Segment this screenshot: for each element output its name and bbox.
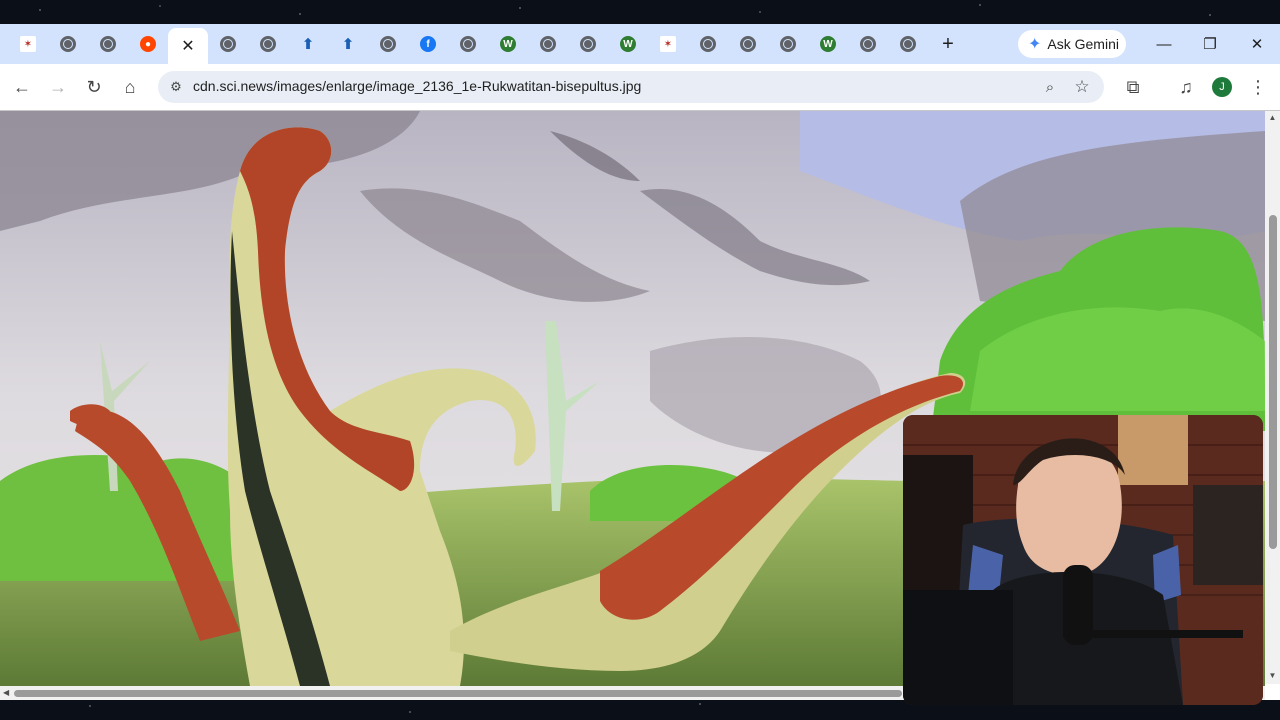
sun-logo-icon: ✶: [660, 36, 676, 52]
bookmark-star-icon[interactable]: ☆: [1070, 75, 1094, 99]
wiki-icon: W: [620, 36, 636, 52]
reload-button[interactable]: ↻: [80, 73, 108, 101]
tab-search-icon: ⧉: [1126, 76, 1140, 97]
tab[interactable]: [848, 28, 888, 60]
tab[interactable]: [208, 28, 248, 60]
wiki-icon: W: [500, 36, 516, 52]
globe-icon: [540, 36, 556, 52]
globe-icon: [580, 36, 596, 52]
globe-icon: [260, 36, 276, 52]
more-vert-icon: ⋮: [1249, 76, 1267, 97]
tab[interactable]: [48, 28, 88, 60]
new-tab-button[interactable]: +: [934, 30, 962, 58]
tab[interactable]: [568, 28, 608, 60]
tab[interactable]: [728, 28, 768, 60]
tab[interactable]: [448, 28, 488, 60]
globe-icon: [780, 36, 796, 52]
tab[interactable]: [88, 28, 128, 60]
search-tabs-button[interactable]: ⧉: [1119, 73, 1147, 101]
tab[interactable]: ✶: [648, 28, 688, 60]
streamer-webcam-feed: [903, 415, 1263, 705]
tab[interactable]: [368, 28, 408, 60]
media-queue-icon: ♫: [1179, 76, 1193, 97]
profile-avatar[interactable]: J: [1212, 77, 1232, 97]
tab[interactable]: W: [608, 28, 648, 60]
scroll-down-icon[interactable]: ▼: [1268, 671, 1277, 680]
ask-gemini-button[interactable]: ✦ Ask Gemini: [1018, 30, 1126, 58]
facebook-icon: f: [420, 36, 436, 52]
globe-icon: [900, 36, 916, 52]
site-info-icon[interactable]: ⚙: [166, 77, 186, 97]
tab[interactable]: [768, 28, 808, 60]
tab[interactable]: ⬆: [328, 28, 368, 60]
globe-icon: [100, 36, 116, 52]
reload-icon: ↻: [86, 76, 102, 97]
close-icon[interactable]: ✕: [181, 36, 194, 56]
back-button[interactable]: ←: [8, 73, 36, 101]
home-icon: ⌂: [124, 76, 136, 97]
tab[interactable]: f: [408, 28, 448, 60]
forward-arrow-icon: →: [49, 76, 67, 97]
webcam-overlay: [903, 415, 1263, 705]
minimize-button[interactable]: —: [1144, 30, 1184, 58]
close-window-button[interactable]: ✕: [1237, 30, 1277, 58]
menu-button[interactable]: ⋮: [1244, 73, 1272, 101]
vertical-scrollbar[interactable]: ▲ ▼: [1265, 111, 1280, 684]
bolt-icon: ⬆: [301, 36, 315, 53]
bolt-icon: ⬆: [341, 36, 355, 53]
tab[interactable]: [888, 28, 928, 60]
tab[interactable]: [528, 28, 568, 60]
home-button[interactable]: ⌂: [116, 73, 144, 101]
back-arrow-icon: ←: [13, 76, 31, 97]
vertical-scroll-thumb[interactable]: [1269, 215, 1277, 549]
horizontal-scroll-thumb[interactable]: [14, 690, 902, 697]
tab[interactable]: W: [808, 28, 848, 60]
sun-logo-icon: ✶: [20, 36, 36, 52]
tab[interactable]: W: [488, 28, 528, 60]
gemini-sparkle-icon: ✦: [1028, 36, 1042, 53]
globe-icon: [740, 36, 756, 52]
tab[interactable]: ✶: [8, 28, 48, 60]
globe-icon: [60, 36, 76, 52]
media-controls-button[interactable]: ♫: [1172, 73, 1200, 101]
tab-list: ✶ ● ✕ ⬆ ⬆ f W W ✶ W +: [8, 28, 962, 64]
tab-strip: ✶ ● ✕ ⬆ ⬆ f W W ✶ W + ✦ Ask Gemini — ❐ ✕: [0, 24, 1280, 64]
scroll-left-icon[interactable]: ◀: [3, 688, 9, 697]
tab[interactable]: ⬆: [288, 28, 328, 60]
globe-icon: [460, 36, 476, 52]
address-bar[interactable]: ⚙ cdn.sci.news/images/enlarge/image_2136…: [158, 71, 1104, 103]
wiki-icon: W: [820, 36, 836, 52]
ask-gemini-label: Ask Gemini: [1047, 36, 1119, 52]
globe-icon: [860, 36, 876, 52]
tab[interactable]: [688, 28, 728, 60]
tab[interactable]: ●: [128, 28, 168, 60]
toolbar: ← → ↻ ⌂ ⚙ cdn.sci.news/images/enlarge/im…: [0, 64, 1280, 111]
scroll-up-icon[interactable]: ▲: [1268, 113, 1277, 122]
restore-button[interactable]: ❐: [1190, 30, 1230, 58]
forward-button[interactable]: →: [44, 73, 72, 101]
reddit-icon: ●: [140, 36, 156, 52]
globe-icon: [380, 36, 396, 52]
globe-icon: [220, 36, 236, 52]
url-text[interactable]: cdn.sci.news/images/enlarge/image_2136_1…: [193, 78, 641, 94]
tab[interactable]: [248, 28, 288, 60]
globe-icon: [700, 36, 716, 52]
tab-active[interactable]: ✕: [168, 28, 208, 64]
zoom-icon[interactable]: ⌕: [1038, 75, 1062, 99]
